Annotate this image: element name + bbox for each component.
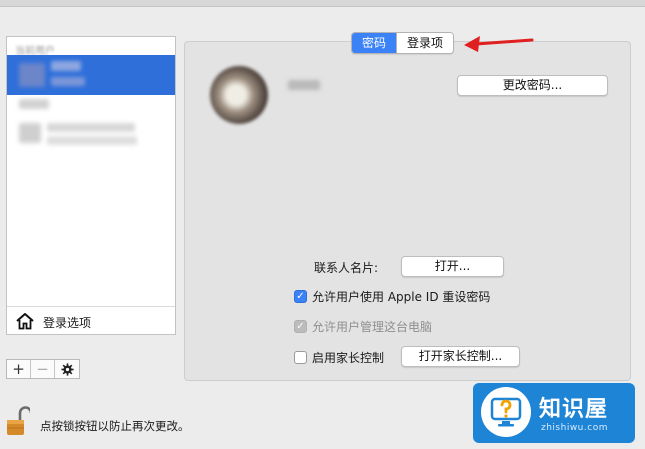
login-options-item[interactable]: 登录选项 bbox=[7, 306, 175, 334]
avatar bbox=[19, 123, 41, 143]
open-parental-controls-button[interactable]: 打开家长控制... bbox=[401, 346, 520, 367]
question-icon bbox=[490, 397, 522, 427]
red-arrow-annotation bbox=[464, 36, 534, 52]
question-monitor-icon bbox=[481, 387, 531, 437]
segmented-tabs: 密码 登录项 bbox=[351, 32, 455, 54]
user-list-item[interactable] bbox=[7, 117, 175, 151]
user-avatar[interactable] bbox=[210, 66, 268, 124]
open-contact-card-button[interactable]: 打开... bbox=[401, 256, 504, 277]
user-name-blurred bbox=[51, 61, 81, 71]
enable-parental-controls-checkbox[interactable]: 启用家长控制 bbox=[294, 349, 384, 366]
user-list[interactable]: 当前用户 登录选项 bbox=[6, 36, 176, 335]
user-list-item[interactable] bbox=[7, 95, 175, 117]
user-role-blurred bbox=[47, 136, 137, 145]
action-menu-button[interactable] bbox=[55, 360, 79, 378]
user-name-blurred bbox=[288, 80, 320, 90]
checkbox-label: 允许用户使用 Apple ID 重设密码 bbox=[312, 290, 491, 304]
avatar bbox=[19, 63, 45, 87]
watermark-url: zhishiwu.com bbox=[541, 423, 608, 433]
checkbox-box bbox=[294, 351, 307, 364]
list-controls: + − bbox=[6, 359, 80, 379]
contact-card-label: 联系人名片: bbox=[314, 261, 379, 275]
house-icon bbox=[16, 313, 34, 330]
lock-hint-text: 点按锁按钮以防止再次更改。 bbox=[40, 419, 190, 433]
tab-login-items[interactable]: 登录项 bbox=[396, 33, 454, 53]
allow-apple-id-reset-checkbox[interactable]: ✓ 允许用户使用 Apple ID 重设密码 bbox=[294, 288, 490, 305]
allow-admin-checkbox: ✓ 允许用户管理这台电脑 bbox=[294, 318, 432, 335]
checkmark-icon: ✓ bbox=[294, 320, 307, 333]
checkbox-label: 启用家长控制 bbox=[312, 351, 385, 365]
checkmark-icon: ✓ bbox=[294, 290, 307, 303]
watermark-title: 知识屋 bbox=[539, 397, 609, 422]
user-role-blurred bbox=[51, 77, 85, 86]
user-list-item-selected[interactable] bbox=[7, 55, 175, 95]
window-top-edge bbox=[0, 0, 645, 7]
remove-user-button[interactable]: − bbox=[31, 360, 55, 378]
user-name-blurred bbox=[47, 123, 135, 132]
login-options-label: 登录选项 bbox=[43, 316, 92, 330]
user-name-blurred bbox=[19, 99, 49, 109]
checkbox-label: 允许用户管理这台电脑 bbox=[312, 320, 433, 334]
lock-icon[interactable] bbox=[6, 405, 30, 437]
tab-password[interactable]: 密码 bbox=[352, 33, 397, 53]
gear-icon bbox=[60, 362, 74, 376]
watermark-logo: 知识屋 zhishiwu.com bbox=[473, 383, 635, 443]
add-user-button[interactable]: + bbox=[7, 360, 31, 378]
change-password-button[interactable]: 更改密码... bbox=[457, 75, 608, 96]
